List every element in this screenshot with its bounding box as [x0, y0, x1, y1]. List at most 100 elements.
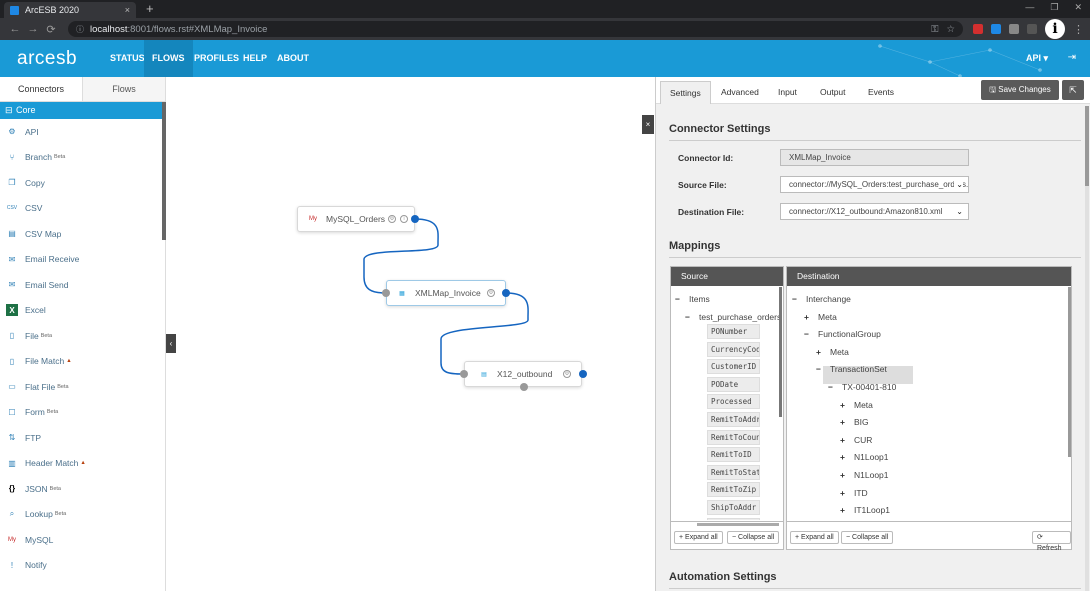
output-port[interactable] — [579, 370, 587, 378]
source-field[interactable]: PONumber — [707, 324, 760, 339]
expand-node-icon[interactable]: + — [840, 417, 848, 427]
source-field[interactable]: ShipToCity — [707, 517, 760, 520]
connector-item-csv[interactable]: CSV CSV — [0, 196, 165, 222]
tree-node-functionalgroup[interactable]: − FunctionalGroup — [804, 329, 881, 339]
node-info-icon[interactable]: i — [400, 215, 408, 223]
connector-item-notify[interactable]: ! Notify — [0, 553, 165, 579]
collapse-node-icon[interactable]: − — [828, 382, 836, 392]
tree-node-meta[interactable]: + Meta — [816, 347, 849, 357]
source-collapse-all-button[interactable]: − Collapse all — [727, 531, 780, 544]
tab-close-icon[interactable]: × — [125, 5, 130, 15]
browser-tab[interactable]: ArcESB 2020 × — [4, 2, 136, 18]
tab-output[interactable]: Output — [811, 81, 855, 104]
tree-node-n1loop1[interactable]: + N1Loop1 — [840, 470, 889, 480]
expand-node-icon[interactable]: + — [840, 435, 848, 445]
connector-item-email-receive[interactable]: ✉ Email Receive — [0, 247, 165, 273]
tab-input[interactable]: Input — [769, 81, 806, 104]
core-group-header[interactable]: ⊟ Core — [0, 102, 165, 119]
connector-item-file[interactable]: ▯ File Beta — [0, 323, 165, 349]
panel-scrollbar[interactable] — [1085, 106, 1089, 591]
connector-item-csv-map[interactable]: ▤ CSV Map — [0, 221, 165, 247]
tree-node-meta[interactable]: + Meta — [804, 312, 837, 322]
flow-node-xmlmap-invoice[interactable]: ▦ XMLMap_Invoice ⚙ — [386, 280, 506, 306]
connector-id-field[interactable]: XMLMap_Invoice — [780, 149, 969, 166]
source-field[interactable]: RemitToState — [707, 464, 760, 480]
collapse-node-icon[interactable]: − — [804, 329, 812, 339]
logout-icon[interactable]: ⇥ — [1068, 52, 1076, 63]
source-field[interactable]: Processed — [707, 394, 760, 410]
refresh-button[interactable]: ⟳ Refresh — [1032, 531, 1071, 552]
key-icon[interactable]: ⚿ — [931, 24, 938, 35]
minimize-icon[interactable]: — — [1025, 2, 1034, 13]
connector-item-lookup[interactable]: ⌕ Lookup Beta — [0, 502, 165, 528]
destination-file-select[interactable]: connector://X12_outbound:Amazon810.xml ⌄ — [780, 203, 969, 220]
connector-item-mysql[interactable]: My MySQL — [0, 527, 165, 553]
node-settings-icon[interactable]: ⚙ — [563, 370, 571, 378]
close-panel-button[interactable]: × — [642, 115, 654, 134]
expand-node-icon[interactable]: + — [840, 488, 848, 498]
scroll-thumb[interactable] — [1085, 106, 1089, 186]
tab-flows[interactable]: Flows — [83, 77, 165, 101]
expand-node-icon[interactable]: + — [804, 312, 812, 322]
node-settings-icon[interactable]: ⚙ — [388, 215, 396, 223]
browser-menu-icon[interactable]: ⋮ — [1073, 23, 1084, 36]
source-expand-all-button[interactable]: + Expand all — [674, 531, 723, 544]
url-field[interactable]: ⓘ localhost:8001/flows.rst#XMLMap_Invoic… — [68, 21, 963, 37]
output-port[interactable] — [411, 215, 419, 223]
source-field[interactable]: RemitToID — [707, 447, 760, 463]
back-icon[interactable]: ← — [6, 23, 24, 35]
bottom-port[interactable] — [520, 383, 528, 391]
connector-item-branch[interactable]: ⑂ Branch Beta — [0, 145, 165, 171]
source-field[interactable]: CurrencyCode — [707, 341, 760, 357]
tab-connectors[interactable]: Connectors — [0, 77, 83, 101]
arcesb-logo[interactable]: arcesb — [17, 48, 77, 70]
connector-item-flat-file[interactable]: ▭ Flat File Beta — [0, 374, 165, 400]
connector-item-api[interactable]: ⚙ API — [0, 119, 165, 145]
tree-node-itd[interactable]: + ITD — [840, 488, 868, 498]
source-field[interactable]: RemitToCountry — [707, 429, 760, 445]
expand-node-icon[interactable]: + — [840, 452, 848, 462]
destination-scrollbar[interactable] — [1068, 287, 1071, 457]
source-field[interactable]: RemitToAddr — [707, 412, 760, 427]
input-port[interactable] — [460, 370, 468, 378]
tree-node-cur[interactable]: + CUR — [840, 435, 872, 445]
connector-item-header-match[interactable]: ▥ Header Match ▲ — [0, 451, 165, 477]
source-file-select[interactable]: connector://MySQL_Orders:test_purchase_o… — [780, 176, 969, 193]
browser-extension-icon[interactable] — [991, 24, 1001, 34]
forward-icon[interactable]: → — [24, 23, 42, 35]
source-h-scrollbar[interactable] — [697, 523, 779, 526]
window-close-icon[interactable]: ✕ — [1074, 2, 1082, 13]
new-tab-button[interactable]: + — [146, 1, 154, 16]
connector-item-form[interactable]: ☐ Form Beta — [0, 400, 165, 426]
bookmark-star-icon[interactable]: ☆ — [946, 24, 955, 35]
collapse-node-icon[interactable]: − — [792, 294, 800, 304]
connector-item-copy[interactable]: ❐ Copy — [0, 170, 165, 196]
collapse-sidebar-button[interactable]: ‹ — [166, 334, 176, 353]
flow-canvas[interactable]: My MySQL_Orders ⚙ i ▦ XMLMap_Invoice ⚙ ▤… — [166, 77, 655, 591]
expand-node-icon[interactable]: + — [816, 347, 824, 357]
tree-node-n1loop1[interactable]: + N1Loop1 — [840, 452, 889, 462]
input-port[interactable] — [382, 289, 390, 297]
connector-item-json[interactable]: {} JSON Beta — [0, 476, 165, 502]
profile-avatar[interactable]: i — [1045, 19, 1065, 39]
expand-node-icon[interactable]: + — [840, 505, 848, 515]
connector-item-ftp[interactable]: ⇅ FTP — [0, 425, 165, 451]
destination-collapse-all-button[interactable]: − Collapse all — [841, 531, 894, 544]
tree-node-meta[interactable]: + Meta — [840, 400, 873, 410]
tab-advanced[interactable]: Advanced — [712, 81, 768, 104]
source-field[interactable]: CustomerID — [707, 359, 760, 375]
connector-item-excel[interactable]: X Excel — [0, 298, 165, 324]
tab-settings[interactable]: Settings — [660, 81, 711, 104]
browser-extension-icon[interactable] — [1009, 24, 1019, 34]
source-field[interactable]: RemitToZip — [707, 482, 760, 498]
source-field[interactable]: ShipToAddr — [707, 500, 760, 515]
nav-about[interactable]: ABOUT — [269, 40, 317, 77]
connector-item-email-send[interactable]: ✉ Email Send — [0, 272, 165, 298]
source-scrollbar[interactable] — [779, 287, 782, 417]
output-port[interactable] — [502, 289, 510, 297]
tree-node-tx-00401-810[interactable]: − TX-00401-810 — [828, 382, 896, 392]
save-changes-button[interactable]: 🖫 Save Changes — [981, 80, 1059, 100]
expand-node-icon[interactable]: + — [840, 400, 848, 410]
node-settings-icon[interactable]: ⚙ — [487, 289, 495, 297]
browser-extension-icon[interactable] — [973, 24, 983, 34]
